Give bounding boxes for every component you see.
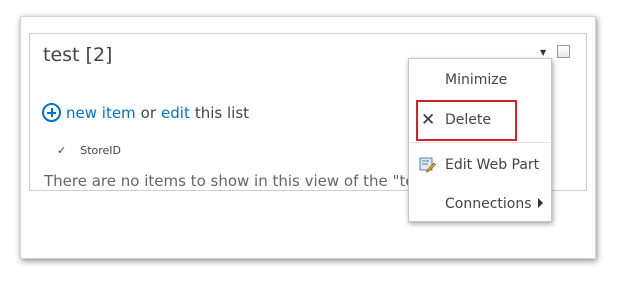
- new-item-link[interactable]: new item: [66, 104, 136, 122]
- edit-web-part-icon: [419, 157, 436, 173]
- this-list-text: this list: [194, 103, 250, 122]
- checkmark-icon[interactable]: ✓: [57, 144, 66, 157]
- or-text: or: [140, 103, 157, 122]
- menu-item-edit-web-part[interactable]: Edit Web Part: [409, 150, 551, 180]
- column-header-storeid[interactable]: StoreID: [80, 144, 121, 157]
- submenu-arrow-icon: [538, 198, 543, 208]
- web-part-title[interactable]: test [2]: [43, 44, 112, 66]
- delete-x-icon: ✕: [421, 110, 436, 130]
- menu-item-connections[interactable]: Connections: [409, 189, 551, 219]
- add-circle-icon[interactable]: [42, 103, 61, 122]
- column-header: ✓ StoreID: [57, 144, 121, 157]
- menu-item-delete-label: Delete: [445, 112, 491, 128]
- menu-item-delete[interactable]: ✕ Delete: [409, 105, 551, 135]
- menu-item-edit-web-part-label: Edit Web Part: [445, 157, 540, 173]
- web-part-select-checkbox[interactable]: [557, 45, 570, 58]
- menu-item-minimize[interactable]: Minimize: [409, 65, 551, 95]
- new-item-row: new item or edit this list: [42, 103, 249, 122]
- web-part-menu-arrow-icon[interactable]: ▼: [540, 48, 546, 57]
- web-part-dropdown-menu: Minimize ✕ Delete Edit Web Part Connecti…: [408, 58, 552, 222]
- screenshot-frame: test [2] ▼ new item or edit this list ✓ …: [20, 16, 596, 259]
- edit-list-link[interactable]: edit: [161, 104, 190, 122]
- empty-list-message: There are no items to show in this view …: [44, 172, 424, 190]
- menu-item-connections-label: Connections: [445, 196, 532, 212]
- menu-item-minimize-label: Minimize: [445, 72, 508, 88]
- menu-separator: [410, 142, 550, 143]
